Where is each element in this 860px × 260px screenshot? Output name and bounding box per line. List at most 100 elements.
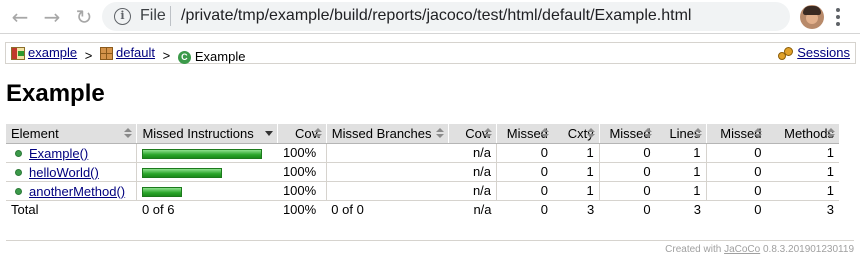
method-public-icon xyxy=(15,187,22,195)
coverage-table: Element Missed Instructions Cov. Missed … xyxy=(6,124,839,219)
missed-lines-cell: 0 xyxy=(598,143,656,163)
branch-cov-cell: n/a xyxy=(448,162,497,182)
missed-cxty-cell: 0 xyxy=(496,143,553,163)
branches-cell xyxy=(325,143,449,163)
info-icon[interactable]: i xyxy=(114,8,131,25)
missed-methods-cell: 0 xyxy=(705,162,767,182)
total-lines: 3 xyxy=(693,202,702,218)
breadcrumb-link-package[interactable]: default xyxy=(116,43,155,63)
coverage-bar xyxy=(142,186,183,197)
coverage-bar xyxy=(142,148,263,159)
branches-cell xyxy=(325,162,449,182)
sort-icon xyxy=(586,128,595,139)
sessions-link[interactable]: Sessions xyxy=(797,43,850,63)
total-missed-methods: 0 xyxy=(754,202,762,218)
reload-icon[interactable]: ↻ xyxy=(72,5,96,29)
method-link[interactable]: Example() xyxy=(29,146,88,161)
table-row: anotherMethod() 100% n/a 0 1 0 1 0 1 xyxy=(6,181,839,201)
total-label: Total xyxy=(11,202,39,218)
column-header-cxty[interactable]: Cxty xyxy=(552,124,600,144)
sort-icon xyxy=(484,128,493,139)
instr-cov-cell: 100% xyxy=(277,143,327,163)
missed-lines-cell: 0 xyxy=(598,181,656,201)
footer: Created with JaCoCo 0.8.3.201901230119 xyxy=(665,244,854,255)
instruction-bar-cell xyxy=(136,143,278,163)
breadcrumb-current: Example xyxy=(194,49,246,64)
table-header-row: Element Missed Instructions Cov. Missed … xyxy=(6,124,839,144)
column-header-missed-cxty[interactable]: Missed xyxy=(496,124,553,144)
sort-icon xyxy=(540,128,549,139)
total-instructions: 0 of 6 xyxy=(141,202,175,218)
address-divider xyxy=(170,6,171,26)
method-public-icon xyxy=(15,168,22,176)
lines-cell: 1 xyxy=(655,181,707,201)
avatar-hair xyxy=(803,6,821,15)
breadcrumb-separator: > xyxy=(162,47,171,63)
column-header-branch-cov[interactable]: Cov. xyxy=(447,124,497,144)
column-header-missed-branches[interactable]: Missed Branches xyxy=(325,124,449,144)
missed-cxty-cell: 0 xyxy=(496,181,553,201)
column-header-missed-lines[interactable]: Missed xyxy=(598,124,656,144)
scheme-label: File xyxy=(140,7,166,24)
instruction-bar-cell xyxy=(136,162,278,182)
column-header-element[interactable]: Element xyxy=(6,124,137,144)
column-header-lines[interactable]: Lines xyxy=(655,124,707,144)
instr-cov-cell: 100% xyxy=(277,162,327,182)
method-link[interactable]: helloWorld() xyxy=(29,165,99,180)
missed-lines-cell: 0 xyxy=(598,162,656,182)
sort-icon xyxy=(313,128,322,139)
method-link[interactable]: anotherMethod() xyxy=(29,184,125,199)
report-icon xyxy=(11,46,25,60)
sort-icon xyxy=(435,128,444,139)
cxty-cell: 1 xyxy=(552,162,600,182)
instruction-bar-cell xyxy=(136,181,278,201)
branch-cov-cell: n/a xyxy=(448,143,497,163)
address-bar[interactable]: i File /private/tmp/example/build/report… xyxy=(102,2,790,31)
class-icon: C xyxy=(177,50,191,64)
branch-cov-cell: n/a xyxy=(448,181,497,201)
cxty-cell: 1 xyxy=(552,143,600,163)
method-cell: anotherMethod() xyxy=(6,181,137,201)
total-missed-lines: 0 xyxy=(643,202,651,218)
page-title: Example xyxy=(6,80,105,107)
jacoco-link[interactable]: JaCoCo xyxy=(724,244,760,255)
avatar[interactable] xyxy=(800,5,824,29)
branches-cell xyxy=(325,181,449,201)
browser-toolbar: ← → ↻ i File /private/tmp/example/build/… xyxy=(0,0,860,34)
menu-icon[interactable] xyxy=(836,8,840,26)
missed-methods-cell: 0 xyxy=(705,181,767,201)
column-header-methods[interactable]: Methods xyxy=(766,124,839,144)
sort-icon xyxy=(693,128,702,139)
column-header-missed-methods[interactable]: Missed xyxy=(705,124,767,144)
method-cell: helloWorld() xyxy=(6,162,137,182)
breadcrumb: example > default > C Example Sessions xyxy=(5,42,856,64)
breadcrumb-separator: > xyxy=(84,47,93,63)
cxty-cell: 1 xyxy=(552,181,600,201)
total-branches: 0 of 0 xyxy=(331,202,364,218)
table-row: helloWorld() 100% n/a 0 1 0 1 0 1 xyxy=(6,162,839,182)
sessions-icon xyxy=(778,46,794,60)
missed-methods-cell: 0 xyxy=(705,143,767,163)
table-row: Example() 100% n/a 0 1 0 1 0 1 xyxy=(6,143,839,163)
total-branch-cov: n/a xyxy=(473,202,492,218)
sort-icon xyxy=(643,128,652,139)
url-text[interactable]: /private/tmp/example/build/reports/jacoc… xyxy=(181,7,691,25)
methods-cell: 1 xyxy=(766,143,839,163)
breadcrumb-link-report[interactable]: example xyxy=(28,43,77,63)
method-public-icon xyxy=(15,149,22,157)
missed-cxty-cell: 0 xyxy=(496,162,553,182)
footer-prefix: Created with xyxy=(665,244,722,255)
back-arrow-icon[interactable]: ← xyxy=(8,5,32,29)
coverage-bar xyxy=(142,167,223,178)
footer-divider xyxy=(6,240,854,241)
package-icon xyxy=(99,46,113,60)
forward-arrow-icon[interactable]: → xyxy=(40,5,64,29)
total-cxty: 3 xyxy=(587,202,595,218)
sort-icon xyxy=(827,128,835,139)
method-cell: Example() xyxy=(6,143,137,163)
sort-icon xyxy=(754,128,763,139)
column-header-instr-cov[interactable]: Cov. xyxy=(277,124,327,144)
methods-cell: 1 xyxy=(766,181,839,201)
sort-desc-icon xyxy=(265,128,274,139)
column-header-missed-instructions[interactable]: Missed Instructions xyxy=(136,124,278,144)
